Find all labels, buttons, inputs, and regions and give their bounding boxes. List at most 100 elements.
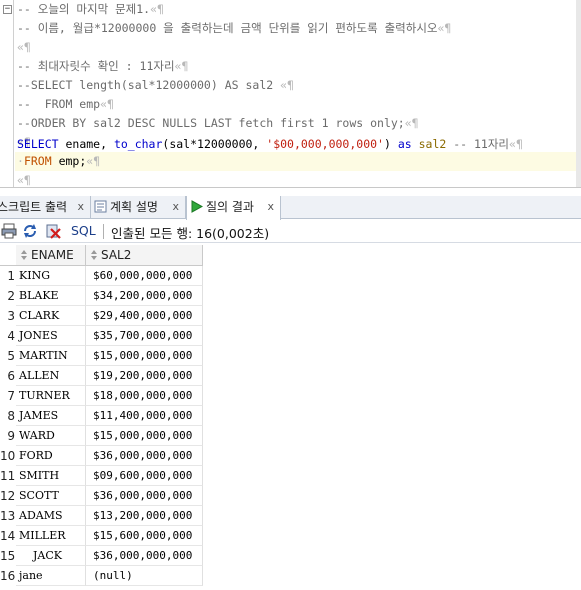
table-row[interactable]: 7 TURNER $18,000,000,000 xyxy=(0,386,203,406)
code-comment: -- 최대자릿수 확인 : 11자리 xyxy=(17,59,175,73)
tab-label: 스크립트 출력 xyxy=(0,200,68,214)
tab-label: 계획 설명 xyxy=(110,200,158,214)
cell-sal2[interactable]: $11,400,000,000 xyxy=(86,406,203,426)
cell-sal2[interactable]: $60,000,000,000 xyxy=(86,266,203,286)
cell-sal2[interactable]: $09,600,000,000 xyxy=(86,466,203,486)
table-row[interactable]: 13 ADAMS $13,200,000,000 xyxy=(0,506,203,526)
code-line-1[interactable]: -- 오늘의 마지막 문제1.«¶ xyxy=(17,0,164,19)
code-comment: -- 11자리 xyxy=(453,137,510,151)
cell-sal2[interactable]: $15,600,000,000 xyxy=(86,526,203,546)
cell-ename[interactable]: WARD xyxy=(16,426,86,446)
refresh-icon[interactable] xyxy=(22,223,38,239)
cell-ename[interactable]: CLARK xyxy=(16,306,86,326)
code-text: ename, xyxy=(58,137,114,151)
cell-sal2[interactable]: $34,200,000,000 xyxy=(86,286,203,306)
cell-ename[interactable]: TURNER xyxy=(16,386,86,406)
cell-sal2[interactable]: $36,000,000,000 xyxy=(86,546,203,566)
cell-ename[interactable]: SCOTT xyxy=(16,486,86,506)
cell-ename[interactable]: ADAMS xyxy=(16,506,86,526)
cell-ename[interactable]: KING xyxy=(16,266,86,286)
cell-ename[interactable]: JONES xyxy=(16,326,86,346)
table-row[interactable]: 8 JAMES $11,400,000,000 xyxy=(0,406,203,426)
table-row[interactable]: 9 WARD $15,000,000,000 xyxy=(0,426,203,446)
table-row[interactable]: 12 SCOTT $36,000,000,000 xyxy=(0,486,203,506)
tab-query-result[interactable]: 질의 결과 x xyxy=(186,196,281,220)
column-header-ename[interactable]: ENAME xyxy=(16,245,86,266)
row-number: 10 xyxy=(0,446,16,466)
table-row[interactable]: 6 ALLEN $19,200,000,000 xyxy=(0,366,203,386)
cell-ename[interactable]: SMITH xyxy=(16,466,86,486)
cell-ename[interactable]: BLAKE xyxy=(16,286,86,306)
code-line-10[interactable]: ·FROM emp;«¶ xyxy=(17,152,100,171)
fetch-status-text: 인출된 모든 행: 16(0,002초) xyxy=(111,226,270,241)
cell-sal2[interactable]: $13,200,000,000 xyxy=(86,506,203,526)
cancel-fetch-icon[interactable] xyxy=(45,223,61,239)
run-query-icon xyxy=(191,200,203,213)
cell-sal2[interactable]: $36,000,000,000 xyxy=(86,446,203,466)
cell-sal2[interactable]: $29,400,000,000 xyxy=(86,306,203,326)
grid-corner xyxy=(0,245,16,266)
table-row[interactable]: 15 JACK $36,000,000,000 xyxy=(0,546,203,566)
row-number: 14 xyxy=(0,526,16,546)
cell-ename[interactable]: ALLEN xyxy=(16,366,86,386)
cell-ename[interactable]: MILLER xyxy=(16,526,86,546)
cell-ename[interactable]: jane xyxy=(16,566,86,586)
cell-sal2[interactable]: (null) xyxy=(86,566,203,586)
code-line-2[interactable]: -- 이름, 월급*12000000 을 출력하는데 금액 단위를 읽기 편하도… xyxy=(17,19,451,38)
cell-sal2[interactable]: $35,700,000,000 xyxy=(86,326,203,346)
sort-icon[interactable] xyxy=(20,249,28,261)
tab-label: 질의 결과 xyxy=(206,200,254,214)
print-icon[interactable] xyxy=(1,223,17,239)
eol-marker: «¶ xyxy=(509,137,523,151)
cell-ename[interactable]: JAMES xyxy=(16,406,86,426)
table-row[interactable]: 11 SMITH $09,600,000,000 xyxy=(0,466,203,486)
code-text: sal2 xyxy=(411,137,454,151)
row-number: 16 xyxy=(0,566,16,586)
close-icon[interactable]: x xyxy=(172,196,179,218)
sort-icon[interactable] xyxy=(90,249,98,261)
row-number: 7 xyxy=(0,386,16,406)
row-number: 2 xyxy=(0,286,16,306)
table-row[interactable]: 1 KING $60,000,000,000 xyxy=(0,266,203,286)
code-line-7[interactable]: --ORDER BY sal2 DESC NULLS LAST fetch fi… xyxy=(17,114,419,133)
table-row[interactable]: 16 jane (null) xyxy=(0,566,203,586)
table-row[interactable]: 5 MARTIN $15,000,000,000 xyxy=(0,346,203,366)
function-name: to_char xyxy=(113,137,163,151)
tab-explain-plan[interactable]: 계획 설명 x xyxy=(91,196,186,219)
row-number: 6 xyxy=(0,366,16,386)
table-row[interactable]: 3 CLARK $29,400,000,000 xyxy=(0,306,203,326)
string-literal: '$00,000,000,000' xyxy=(266,137,384,151)
editor-scrollbar[interactable] xyxy=(576,0,581,187)
row-number: 12 xyxy=(0,486,16,506)
table-row[interactable]: 10 FORD $36,000,000,000 xyxy=(0,446,203,466)
fold-toggle-icon[interactable]: − xyxy=(3,5,12,14)
code-line-3[interactable]: «¶ xyxy=(17,38,31,57)
cell-sal2[interactable]: $18,000,000,000 xyxy=(86,386,203,406)
cell-sal2[interactable]: $36,000,000,000 xyxy=(86,486,203,506)
column-header-sal2[interactable]: SAL2 xyxy=(86,245,203,266)
sql-button[interactable]: SQL xyxy=(71,223,96,238)
table-row[interactable]: 4 JONES $35,700,000,000 xyxy=(0,326,203,346)
code-text: (sal*12000000, xyxy=(162,137,267,151)
row-number: 5 xyxy=(0,346,16,366)
cell-sal2[interactable]: $15,000,000,000 xyxy=(86,426,203,446)
code-line-4[interactable]: -- 최대자릿수 확인 : 11자리«¶ xyxy=(17,57,188,76)
code-line-5[interactable]: --SELECT length(sal*12000000) AS sal2 «¶ xyxy=(17,76,294,95)
code-line-6[interactable]: -- FROM emp«¶ xyxy=(17,95,114,114)
sql-editor[interactable]: − -- 오늘의 마지막 문제1.«¶ -- 이름, 월급*12000000 을… xyxy=(0,0,581,188)
close-icon[interactable]: x xyxy=(267,196,274,218)
toolbar-divider xyxy=(103,224,104,239)
close-icon[interactable]: x xyxy=(77,196,84,218)
table-row[interactable]: 2 BLAKE $34,200,000,000 xyxy=(0,286,203,306)
row-number: 15 xyxy=(0,546,16,566)
tab-script-output[interactable]: 스크립트 출력 x xyxy=(0,196,91,219)
eol-marker: «¶ xyxy=(437,21,452,35)
code-line-11[interactable]: «¶ xyxy=(17,171,31,187)
cell-sal2[interactable]: $15,000,000,000 xyxy=(86,346,203,366)
cell-ename[interactable]: JACK xyxy=(16,546,86,566)
cell-ename[interactable]: FORD xyxy=(16,446,86,466)
cell-ename[interactable]: MARTIN xyxy=(16,346,86,366)
result-toolbar: SQL 인출된 모든 행: 16(0,002초) xyxy=(0,220,581,243)
cell-sal2[interactable]: $19,200,000,000 xyxy=(86,366,203,386)
table-row[interactable]: 14 MILLER $15,600,000,000 xyxy=(0,526,203,546)
